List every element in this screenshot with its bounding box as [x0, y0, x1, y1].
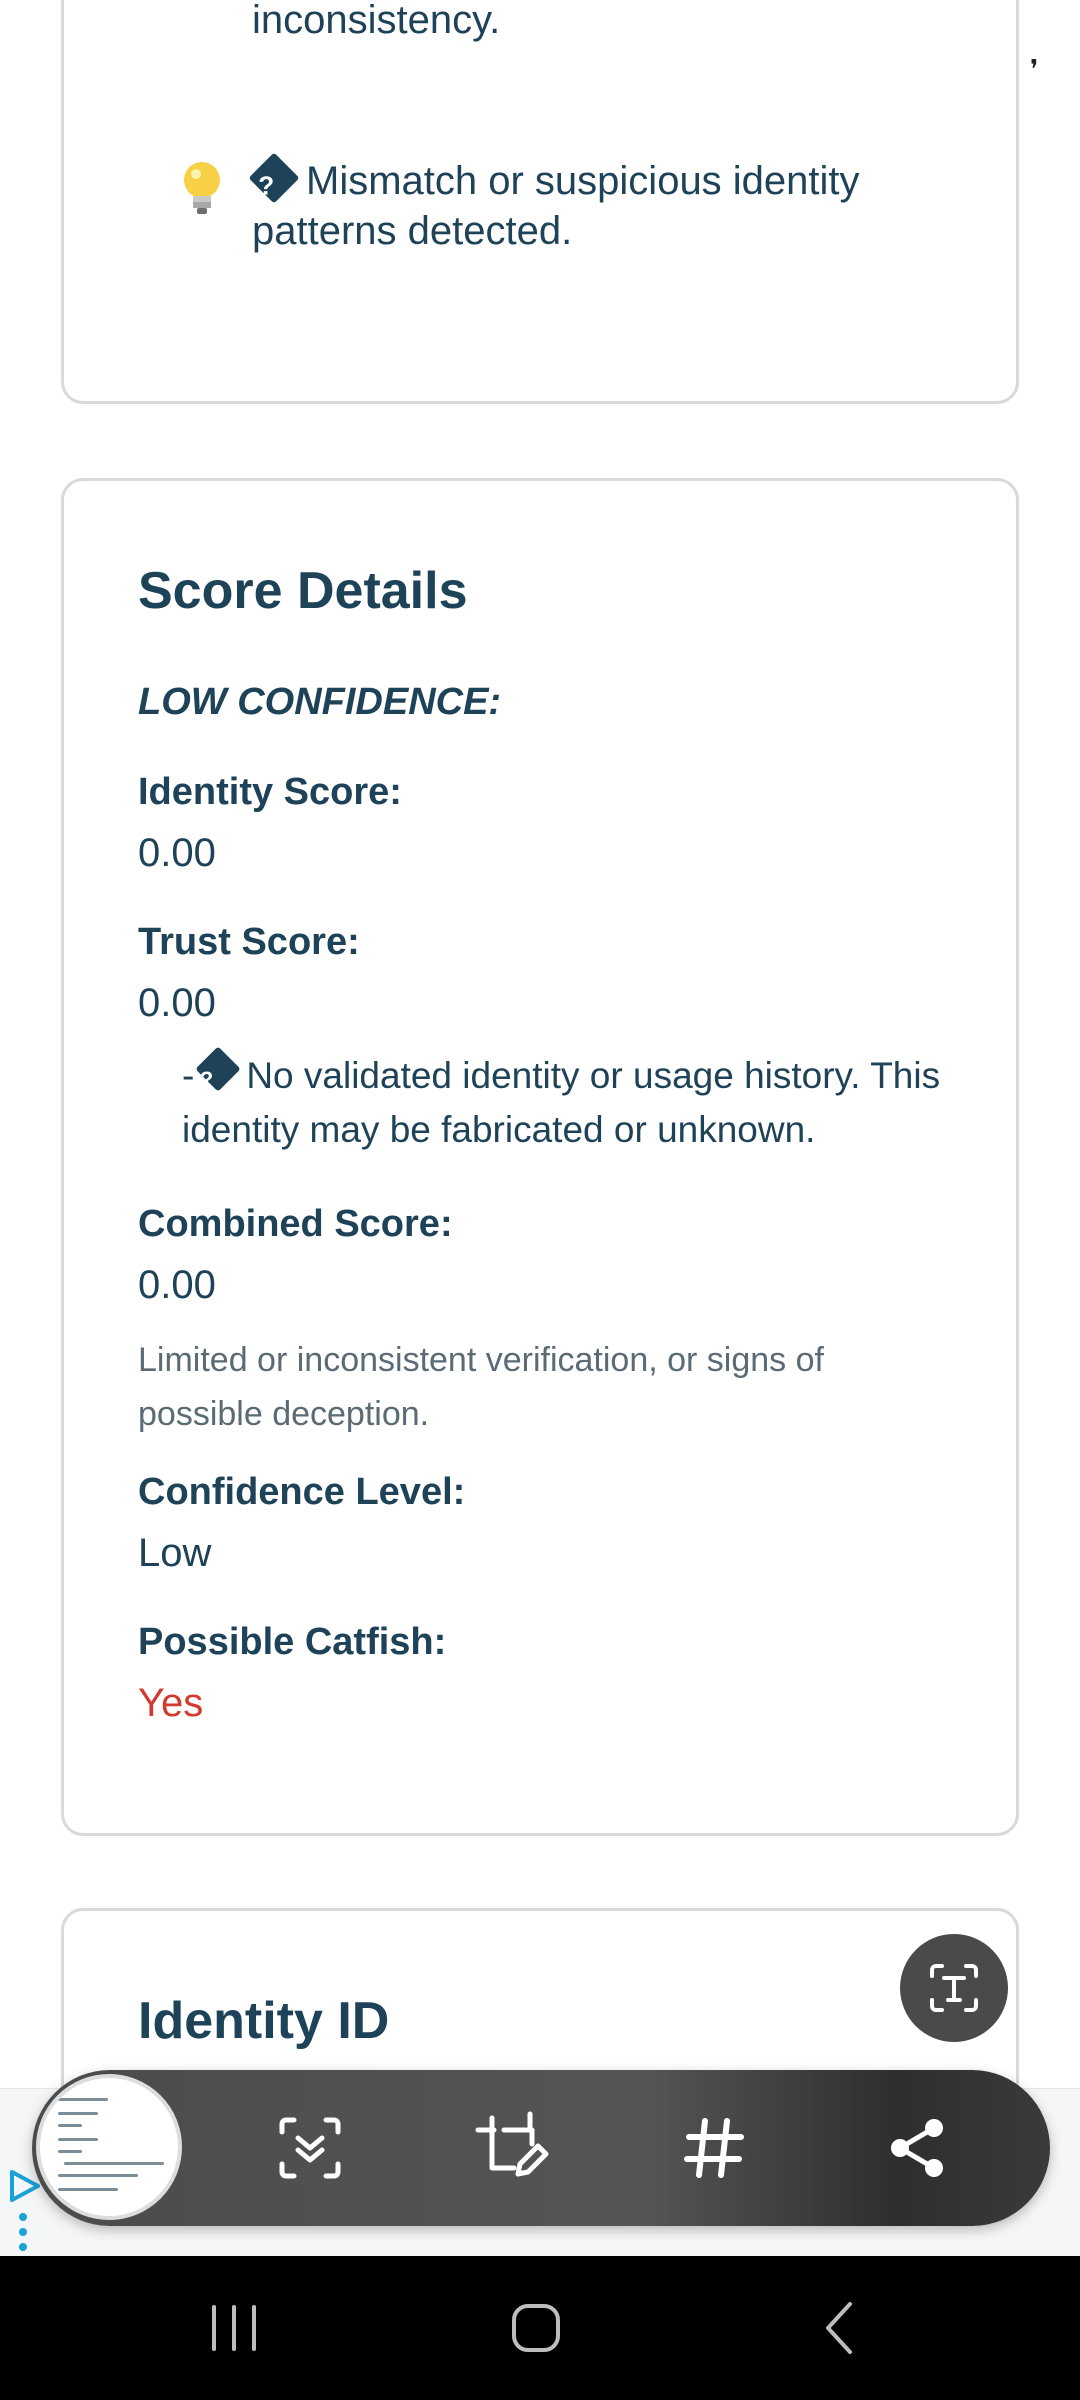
- crop-draw-icon: [475, 2111, 549, 2177]
- identity-score-label: Identity Score:: [138, 771, 402, 813]
- hashtag-icon: [684, 2118, 744, 2178]
- recents-button[interactable]: [194, 2296, 274, 2360]
- scroll-capture-button[interactable]: [268, 2106, 352, 2190]
- text-extract-button[interactable]: [900, 1934, 1008, 2042]
- hashtag-button[interactable]: [672, 2106, 756, 2190]
- screen: ❜ inconsistency. ? Mismatch or suspicious…: [0, 0, 1080, 2400]
- possible-catfish-label: Possible Catfish:: [138, 1621, 447, 1663]
- home-icon: [512, 2304, 560, 2352]
- insight-message: Mismatch or suspicious identity patterns…: [252, 159, 860, 253]
- more-vertical-icon[interactable]: [18, 2212, 28, 2252]
- confidence-level-value: Low: [138, 1531, 212, 1575]
- trust-score-note: -? No validated identity or usage history…: [182, 1046, 982, 1157]
- share-icon: [891, 2119, 943, 2177]
- share-button[interactable]: [876, 2106, 960, 2190]
- draw-edit-button[interactable]: [470, 2106, 554, 2190]
- possible-catfish-value: Yes: [138, 1681, 204, 1725]
- trust-score-value: 0.00: [138, 981, 216, 1025]
- combined-score-value: 0.00: [138, 1263, 216, 1307]
- identity-score-value: 0.00: [138, 831, 216, 875]
- identity-id-title: Identity ID: [138, 1992, 390, 2050]
- confidence-heading: LOW CONFIDENCE:: [138, 681, 502, 723]
- status-indicator: ❜: [1030, 54, 1039, 84]
- capture-thumbnail[interactable]: [36, 2074, 182, 2220]
- confidence-level-label: Confidence Level:: [138, 1471, 466, 1513]
- combined-score-description: Limited or inconsistent verification, or…: [138, 1341, 824, 1433]
- back-button[interactable]: [800, 2296, 880, 2360]
- insight-text: ? Mismatch or suspicious identity pattern…: [248, 152, 932, 256]
- ocr-icon: [930, 1964, 978, 2012]
- recents-icon: [212, 2305, 256, 2351]
- score-details-card: Score Details LOW CONFIDENCE: Identity S…: [61, 478, 1019, 1836]
- home-button[interactable]: [496, 2296, 576, 2360]
- trust-score-label: Trust Score:: [138, 921, 360, 963]
- scroll-capture-icon: [279, 2117, 341, 2179]
- partial-text: inconsistency.: [252, 0, 501, 42]
- back-icon: [826, 2302, 852, 2354]
- lightbulb-icon: [184, 162, 220, 214]
- question-diamond-icon: ?: [248, 152, 300, 204]
- question-diamond-icon: ?: [195, 1046, 241, 1092]
- combined-score-label: Combined Score:: [138, 1203, 453, 1245]
- section-title: Score Details: [138, 562, 468, 620]
